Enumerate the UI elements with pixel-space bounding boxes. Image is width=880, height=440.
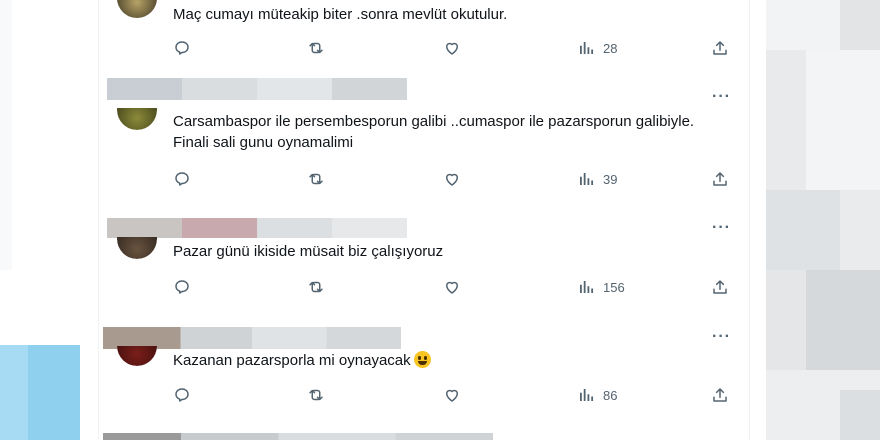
views-icon <box>580 42 594 54</box>
share-icon <box>713 41 727 55</box>
more-button[interactable]: ··· <box>712 219 731 237</box>
reply-button[interactable] <box>173 37 191 59</box>
retweet-icon <box>309 173 323 185</box>
share-button[interactable] <box>711 384 729 406</box>
reply-feed: Maç cumayı müteakip biter .sonra mevlüt … <box>98 0 750 440</box>
reply-button[interactable] <box>173 384 191 406</box>
share-icon <box>713 280 727 294</box>
reply-icon <box>175 41 189 55</box>
reply-tweet[interactable]: ··· Carsambaspor ile persembesporun gali… <box>99 72 749 204</box>
retweet-button[interactable] <box>307 384 325 406</box>
retweet-button[interactable] <box>307 168 325 190</box>
share-button[interactable] <box>711 168 729 190</box>
retweet-button[interactable] <box>307 276 325 298</box>
more-button[interactable]: ··· <box>712 88 731 106</box>
right-background <box>766 0 880 440</box>
reply-button[interactable] <box>173 276 191 298</box>
like-button[interactable] <box>443 37 461 59</box>
redacted-username <box>107 218 407 238</box>
views-button[interactable]: 156 <box>577 276 625 298</box>
like-icon <box>446 42 458 55</box>
tweet-actions: 39 <box>173 168 733 190</box>
like-icon <box>446 281 458 294</box>
reply-icon <box>175 388 189 402</box>
like-icon <box>446 389 458 402</box>
redacted-username <box>103 433 493 440</box>
reply-tweet[interactable] <box>99 420 749 440</box>
tweet-text: Carsambaspor ile persembesporun galibi .… <box>173 113 695 151</box>
share-button[interactable] <box>711 276 729 298</box>
redacted-username <box>103 327 401 349</box>
more-button[interactable]: ··· <box>712 328 731 346</box>
reply-icon <box>175 172 189 186</box>
redacted-username <box>107 78 407 100</box>
views-button[interactable]: 28 <box>577 37 617 59</box>
reply-tweet[interactable]: ··· Kazanan pazarsporla mi oynayacak 86 <box>99 312 749 421</box>
like-button[interactable] <box>443 276 461 298</box>
reply-button[interactable] <box>173 168 191 190</box>
share-button[interactable] <box>711 37 729 59</box>
reply-tweet[interactable]: Maç cumayı müteakip biter .sonra mevlüt … <box>99 0 749 73</box>
views-button[interactable]: 86 <box>577 384 617 406</box>
like-icon <box>446 173 458 186</box>
reply-tweet[interactable]: ··· Pazar günü ikiside müsait biz çalışı… <box>99 203 749 313</box>
views-icon <box>580 281 594 293</box>
views-icon <box>580 173 594 185</box>
tweet-text-content: Kazanan pazarsporla mi oynayacak <box>173 352 411 369</box>
reply-icon <box>175 280 189 294</box>
tweet-text: Kazanan pazarsporla mi oynayacak <box>173 350 713 371</box>
tweet-text: Pazar günü ikiside müsait biz çalışıyoru… <box>173 243 444 260</box>
tweet-actions: 156 <box>173 276 733 298</box>
retweet-icon <box>309 42 323 54</box>
views-icon <box>580 389 594 401</box>
share-icon <box>713 172 727 186</box>
like-button[interactable] <box>443 384 461 406</box>
like-button[interactable] <box>443 168 461 190</box>
tweet-actions: 86 <box>173 384 733 406</box>
left-background <box>0 0 98 440</box>
retweet-button[interactable] <box>307 37 325 59</box>
avatar[interactable] <box>117 0 157 18</box>
share-icon <box>713 388 727 402</box>
views-count: 28 <box>603 40 618 56</box>
tweet-actions: 28 <box>173 37 733 59</box>
retweet-icon <box>309 389 323 401</box>
grinning-face-emoji <box>413 351 431 368</box>
views-button[interactable]: 39 <box>577 168 617 190</box>
views-count: 86 <box>603 387 618 403</box>
retweet-icon <box>309 281 323 293</box>
tweet-text: Maç cumayı müteakip biter .sonra mevlüt … <box>173 6 508 23</box>
views-count: 156 <box>603 279 625 295</box>
views-count: 39 <box>603 171 618 187</box>
